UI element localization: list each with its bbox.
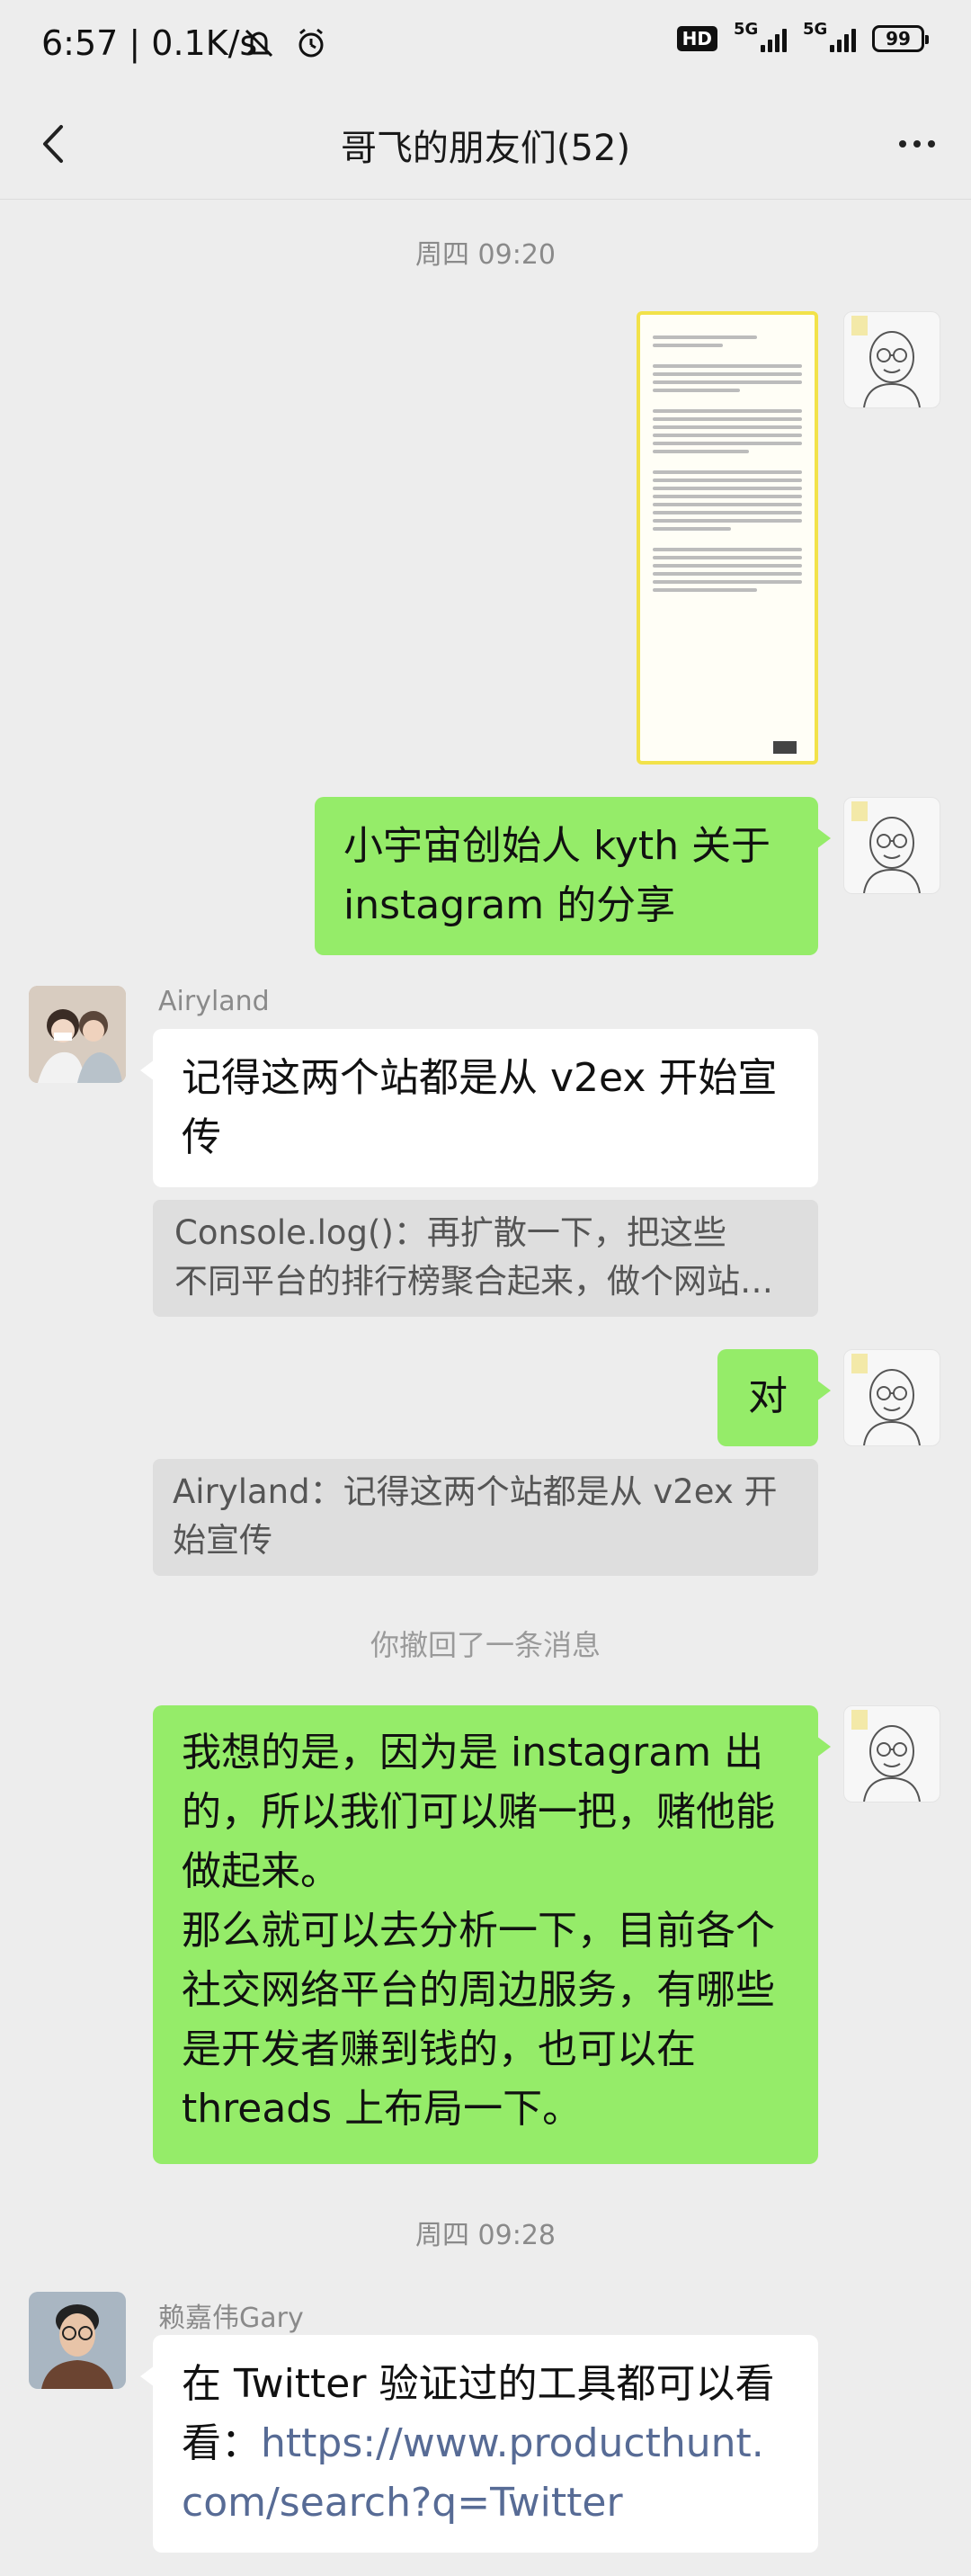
producthunt-link[interactable]: https://www.producthunt. (261, 2420, 764, 2466)
quoted-message[interactable]: Airyland：记得这两个站都是从 v2ex 开 始宣传 (153, 1459, 818, 1576)
message-text: 做起来。 (182, 1848, 340, 1894)
message-text: 是开发者赚到钱的，也可以在 (182, 2026, 696, 2072)
message-bubble-other[interactable]: 在 Twitter 验证过的工具都可以看 看：https://www.produ… (140, 2335, 818, 2553)
cartoon-avatar-icon (851, 1710, 921, 1802)
message-text: 传 (182, 1114, 221, 1160)
quoted-message[interactable]: Console.log()：再扩散一下，把这些 不同平台的排行榜聚合起来，做个网… (153, 1200, 818, 1317)
signal-icon-1: 5G (734, 20, 787, 52)
message-bubble-me[interactable]: 对 (717, 1349, 831, 1446)
photo-avatar-icon (29, 986, 126, 1083)
alarm-icon (293, 25, 329, 65)
shared-document-image[interactable] (637, 311, 818, 765)
message-bubble-me[interactable]: 我想的是，因为是 instagram 出 的，所以我们可以赌一把，赌他能 做起来… (153, 1705, 831, 2164)
avatar-gary[interactable] (29, 2292, 126, 2389)
header-divider (0, 199, 971, 200)
avatar-me[interactable] (843, 311, 940, 408)
hd-badge: HD (676, 26, 717, 51)
message-text: 小宇宙创始人 kyth 关于 (343, 823, 771, 869)
message-bubble-me[interactable]: 小宇宙创始人 kyth 关于 instagram 的分享 (315, 797, 831, 955)
quote-text: 始宣传 (173, 1521, 272, 1560)
cartoon-avatar-icon (851, 1354, 921, 1445)
quote-text: Airyland：记得这两个站都是从 v2ex 开 (173, 1472, 778, 1511)
message-text: 看： (182, 2420, 261, 2466)
message-text: 在 Twitter 验证过的工具都可以看 (182, 2361, 775, 2407)
more-options-button[interactable] (890, 117, 944, 171)
message-text: 那么就可以去分析一下，目前各个 (182, 1908, 775, 1954)
message-text: 对 (748, 1373, 788, 1419)
battery-icon: 99 (872, 25, 929, 52)
mute-icon (241, 25, 277, 65)
message-text: 的，所以我们可以赌一把，赌他能 (182, 1789, 775, 1835)
cartoon-avatar-icon (851, 801, 921, 893)
message-bubble-other[interactable]: 记得这两个站都是从 v2ex 开始宣 传 (140, 1029, 818, 1187)
quote-text: Console.log()：再扩散一下，把这些 (174, 1213, 726, 1252)
avatar-me[interactable] (843, 1705, 940, 1802)
sender-name: Airyland (158, 986, 270, 1017)
recall-notice: 你撤回了一条消息 (370, 1628, 601, 1662)
chat-header: 哥飞的朋友们(52) (0, 90, 971, 200)
producthunt-link[interactable]: com/search?q=Twitter (182, 2473, 789, 2533)
status-bar: 6:57 | 0.1K/s HD 5G 5G 99 (0, 0, 971, 90)
message-text: threads 上布局一下。 (182, 2086, 583, 2132)
photo-avatar-icon (29, 2292, 126, 2389)
timestamp: 周四 09:20 (415, 239, 556, 271)
message-text: 记得这两个站都是从 v2ex 开始宣 (182, 1055, 778, 1101)
avatar-me[interactable] (843, 797, 940, 894)
avatar-airyland[interactable] (29, 986, 126, 1083)
cartoon-avatar-icon (851, 316, 921, 407)
avatar-me[interactable] (843, 1349, 940, 1446)
message-text: instagram 的分享 (343, 882, 676, 928)
signal-icon-2: 5G (803, 20, 856, 52)
status-time-speed: 6:57 | 0.1K/s (41, 23, 258, 63)
sender-name: 赖嘉伟Gary (158, 2303, 304, 2334)
quote-text: 不同平台的排行榜聚合起来，做个网站… (174, 1262, 773, 1301)
timestamp: 周四 09:28 (415, 2220, 556, 2251)
message-text: 我想的是，因为是 instagram 出 (182, 1730, 764, 1775)
chat-title: 哥飞的朋友们(52) (340, 128, 631, 169)
message-text: 社交网络平台的周边服务，有哪些 (182, 1967, 775, 2013)
